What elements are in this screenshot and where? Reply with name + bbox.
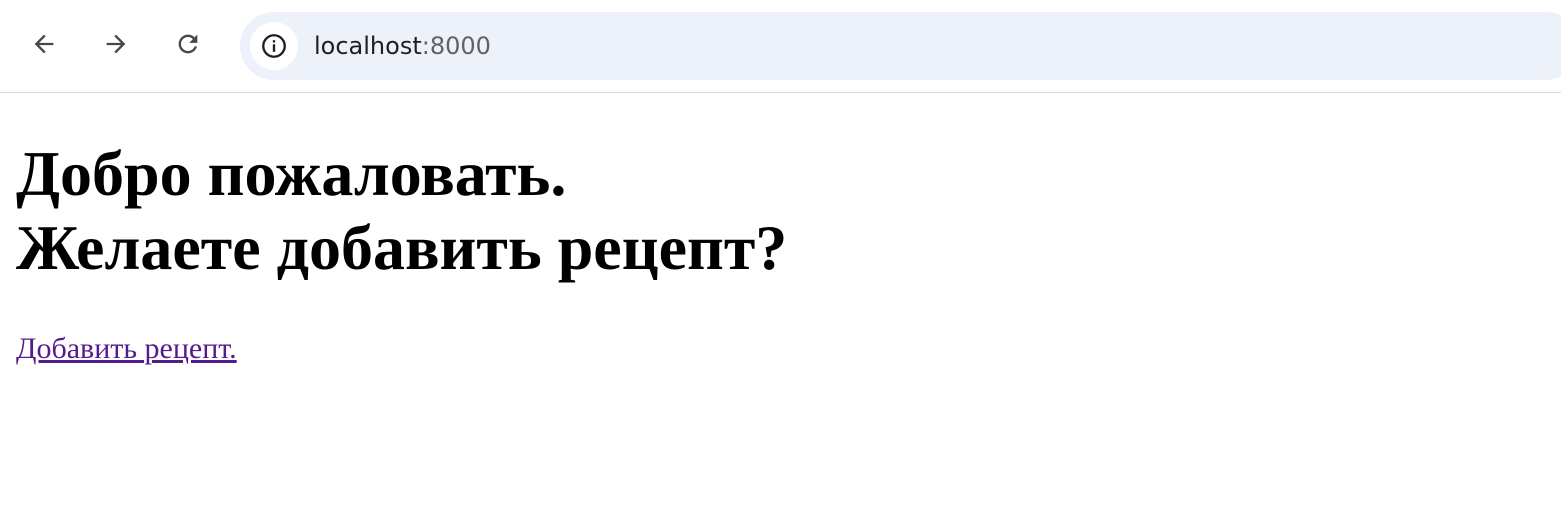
page-content: Добро пожаловать. Желаете добавить рецеп… bbox=[16, 93, 1536, 367]
add-recipe-link[interactable]: Добавить рецепт. bbox=[16, 331, 237, 367]
reload-icon bbox=[178, 34, 198, 54]
url-host: localhost bbox=[314, 32, 422, 60]
url-port: :8000 bbox=[421, 32, 491, 60]
heading-line-1: Добро пожаловать. bbox=[16, 138, 567, 209]
heading-line-2: Желаете добавить рецепт? bbox=[16, 212, 788, 283]
arrow-right-icon bbox=[106, 34, 126, 54]
reload-button[interactable] bbox=[166, 22, 210, 66]
forward-button[interactable] bbox=[94, 22, 138, 66]
back-button[interactable] bbox=[22, 22, 66, 66]
info-icon bbox=[262, 34, 286, 58]
page-heading: Добро пожаловать. Желаете добавить рецеп… bbox=[16, 137, 1536, 285]
address-bar[interactable]: localhost:8000 bbox=[240, 12, 1561, 80]
url-text[interactable]: localhost:8000 bbox=[314, 30, 491, 62]
site-info-button[interactable] bbox=[250, 22, 298, 70]
arrow-left-icon bbox=[34, 34, 54, 54]
browser-toolbar: localhost:8000 bbox=[0, 0, 1561, 93]
